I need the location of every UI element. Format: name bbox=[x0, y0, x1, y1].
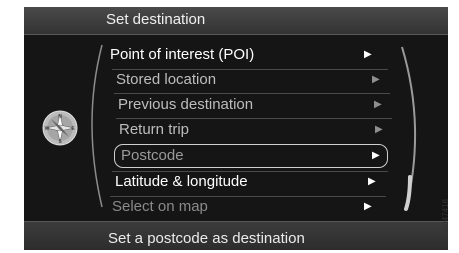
compass-w: W bbox=[45, 126, 50, 132]
chevron-right-icon: ▶ bbox=[374, 99, 382, 110]
chevron-right-icon: ▶ bbox=[375, 124, 383, 135]
menu-item-label: Point of interest (POI) bbox=[110, 46, 255, 63]
chevron-right-icon: ▶ bbox=[364, 49, 372, 60]
chevron-right-icon: ▶ bbox=[368, 176, 376, 187]
menu-item-label: Previous destination bbox=[118, 96, 254, 113]
chevron-right-icon: ▶ bbox=[372, 150, 380, 161]
menu-item-label: Stored location bbox=[116, 71, 217, 88]
hint-bar: Set a postcode as destination bbox=[24, 221, 448, 250]
menu-item-label: Postcode bbox=[121, 147, 184, 164]
menu-item-select-on-map[interactable]: Select on map ▶ bbox=[112, 196, 382, 218]
menu-item-stored-location[interactable]: Stored location ▶ bbox=[116, 69, 386, 91]
hint-text: Set a postcode as destination bbox=[108, 230, 305, 247]
menu-item-label: Return trip bbox=[119, 121, 190, 138]
menu-item-label: Latitude & longitude bbox=[115, 173, 248, 190]
menu-item-latitude-longitude[interactable]: Latitude & longitude ▶ bbox=[115, 171, 385, 193]
chevron-right-icon: ▶ bbox=[364, 201, 372, 212]
compass-n: N bbox=[58, 114, 62, 120]
menu-item-postcode[interactable]: Postcode ▶ bbox=[114, 144, 388, 168]
menu-item-return-trip[interactable]: Return trip ▶ bbox=[119, 119, 389, 141]
chevron-right-icon: ▶ bbox=[372, 74, 380, 85]
scroll-indicator bbox=[404, 175, 412, 211]
menu-item-previous-destination[interactable]: Previous destination ▶ bbox=[118, 94, 388, 116]
menu-item-label: Select on map bbox=[112, 198, 208, 215]
compass-icon: N S E W bbox=[42, 110, 78, 146]
figure-code: G047418 bbox=[441, 199, 450, 232]
menu-item-poi[interactable]: Point of interest (POI) ▶ bbox=[110, 44, 380, 66]
navigation-screen: Set destination N S E W Point of interes… bbox=[24, 7, 448, 250]
left-arc bbox=[91, 44, 103, 208]
